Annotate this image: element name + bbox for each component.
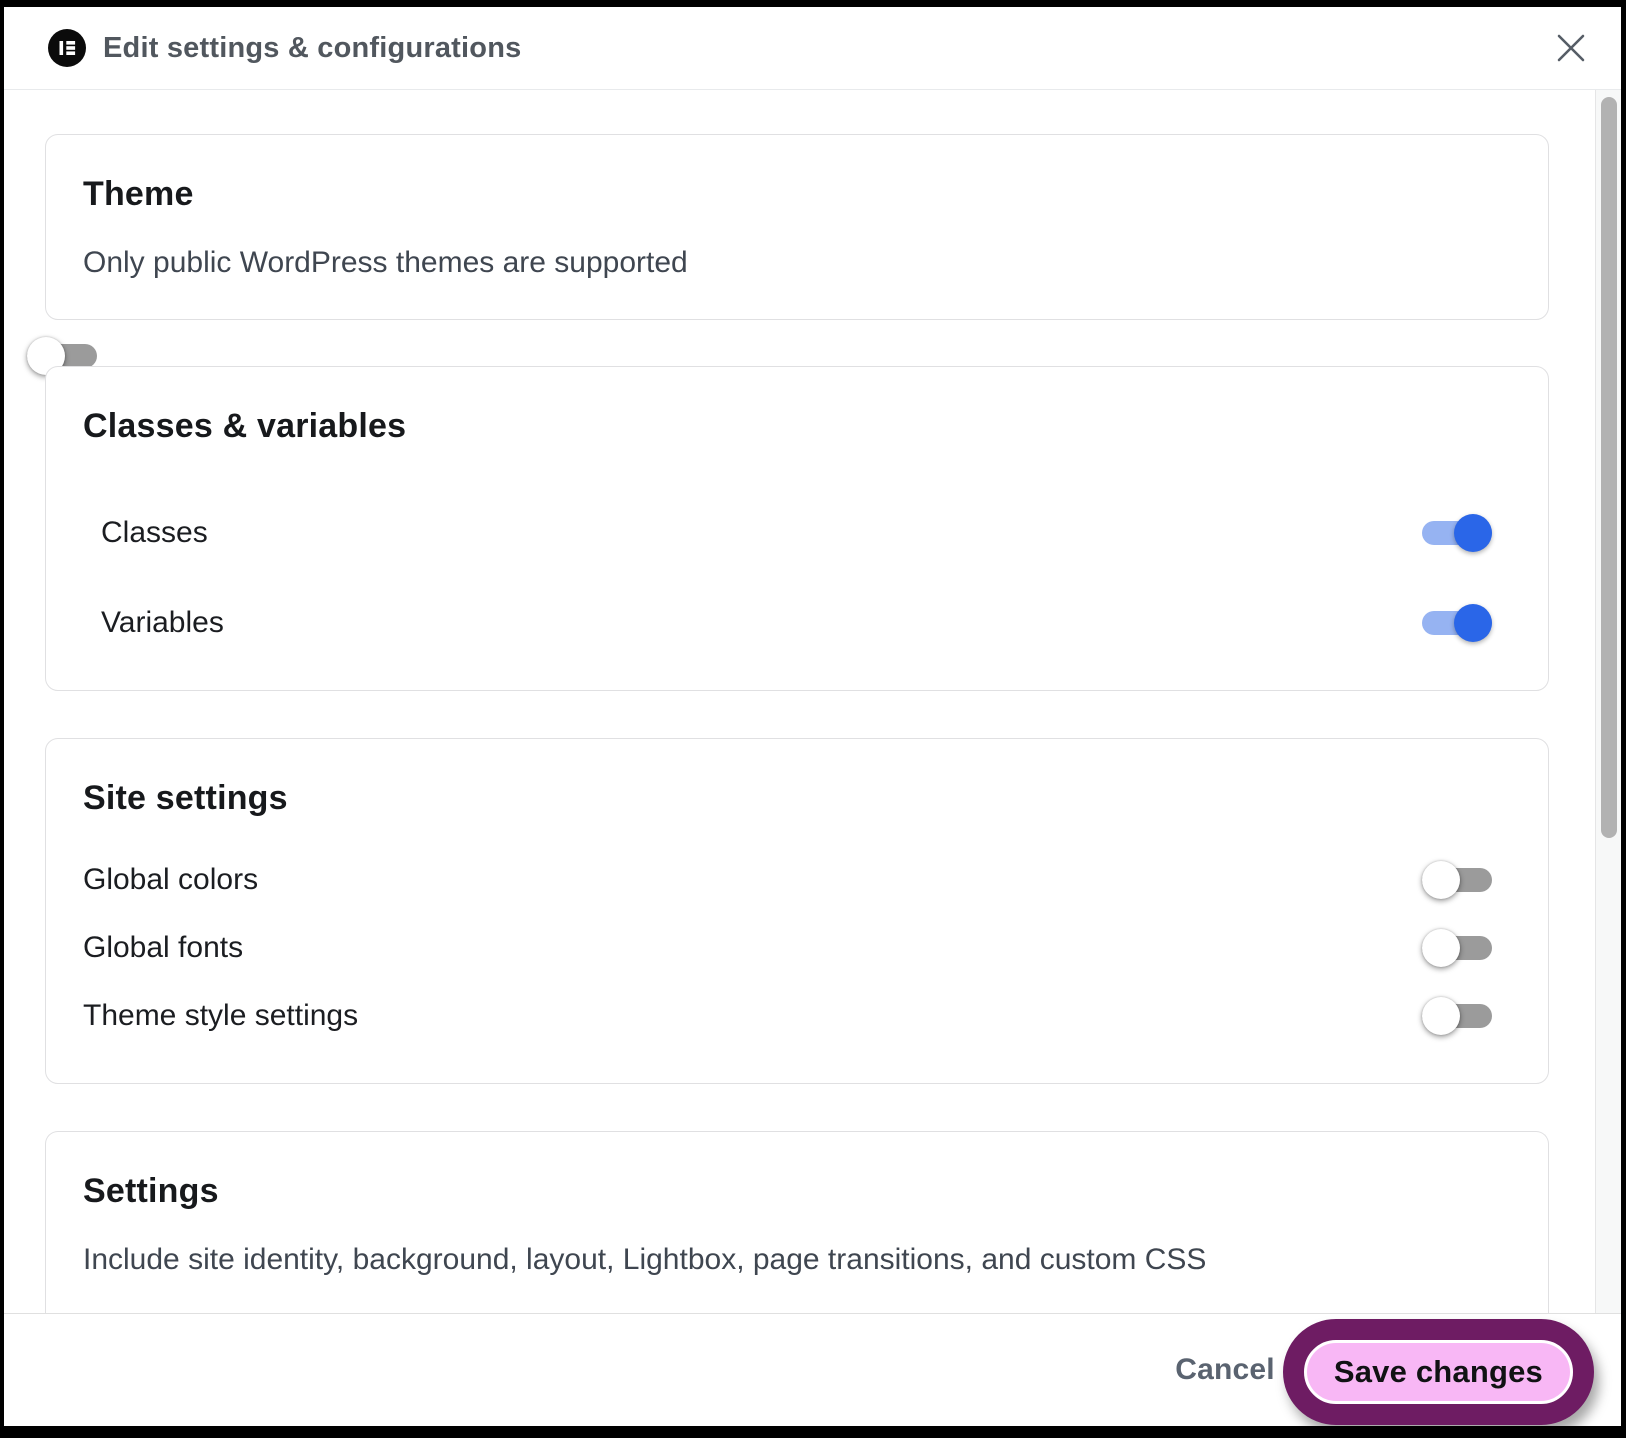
save-highlight-annotation: Save changes xyxy=(1282,1319,1594,1425)
dialog-header: Edit settings & configurations xyxy=(4,7,1621,90)
close-icon xyxy=(1557,34,1585,62)
global-fonts-row: Global fonts xyxy=(83,914,1492,982)
card-theme: Theme Only public WordPress themes are s… xyxy=(27,134,1549,375)
elementor-logo-icon xyxy=(48,29,86,67)
variables-row: Variables xyxy=(83,578,1492,668)
classes-toggle[interactable] xyxy=(1422,514,1492,552)
toggle-knob xyxy=(1422,929,1460,967)
theme-section-title: Theme xyxy=(83,175,194,213)
classes-variables-rows: Classes Variables xyxy=(83,488,1492,668)
classes-variables-section-title: Classes & variables xyxy=(83,407,407,445)
scrollbar-track[interactable] xyxy=(1595,90,1621,1313)
toggle-knob xyxy=(1454,604,1492,642)
cancel-button[interactable]: Cancel xyxy=(1175,1353,1275,1387)
classes-row: Classes xyxy=(83,488,1492,578)
dialog-footer: Cancel Save changes xyxy=(4,1313,1621,1426)
settings-section-subtitle: Include site identity, background, layou… xyxy=(83,1243,1207,1276)
card-classes-variables: Classes & variables Classes Variables xyxy=(45,366,1549,691)
global-colors-row: Global colors xyxy=(83,846,1492,914)
theme-style-settings-toggle[interactable] xyxy=(1422,997,1492,1035)
global-colors-label: Global colors xyxy=(83,863,259,896)
edit-settings-dialog: Edit settings & configurations Theme Onl… xyxy=(4,7,1621,1426)
global-fonts-label: Global fonts xyxy=(83,931,244,964)
global-fonts-toggle[interactable] xyxy=(1422,929,1492,967)
theme-style-settings-label: Theme style settings xyxy=(83,999,359,1032)
dialog-body: Theme Only public WordPress themes are s… xyxy=(4,90,1621,1313)
global-colors-toggle[interactable] xyxy=(1422,861,1492,899)
variables-label: Variables xyxy=(101,606,224,639)
toggle-knob xyxy=(1454,514,1492,552)
screenshot-frame: { "header": { "title": "Edit settings & … xyxy=(0,0,1626,1438)
theme-style-settings-row: Theme style settings xyxy=(83,982,1492,1050)
card-settings: Settings Include site identity, backgrou… xyxy=(45,1131,1549,1313)
theme-section-subtitle: Only public WordPress themes are support… xyxy=(83,246,688,279)
settings-section-title: Settings xyxy=(83,1172,219,1210)
save-changes-button[interactable]: Save changes xyxy=(1306,1343,1570,1401)
close-button[interactable] xyxy=(1549,26,1593,70)
toggle-knob xyxy=(1422,861,1460,899)
toggle-knob xyxy=(1422,997,1460,1035)
dialog-title: Edit settings & configurations xyxy=(103,31,522,64)
scrollbar-thumb[interactable] xyxy=(1601,97,1617,838)
card-site-settings: Site settings Global colors Global fonts xyxy=(45,738,1549,1084)
site-settings-rows: Global colors Global fonts Theme style s… xyxy=(83,846,1492,1050)
site-settings-section-title: Site settings xyxy=(83,779,288,817)
variables-toggle[interactable] xyxy=(1422,604,1492,642)
classes-label: Classes xyxy=(101,516,208,549)
dialog-content: Theme Only public WordPress themes are s… xyxy=(27,90,1549,1313)
